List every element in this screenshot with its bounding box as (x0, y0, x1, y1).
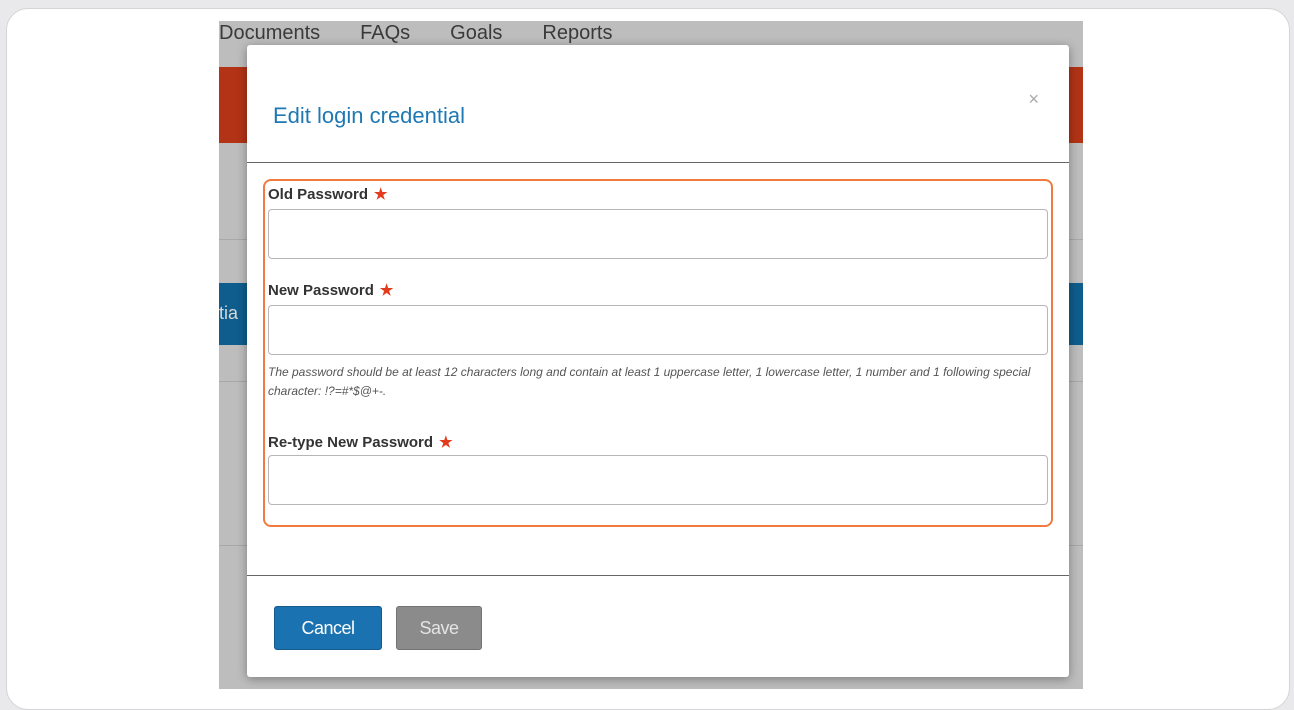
save-button[interactable]: Save (396, 606, 482, 650)
close-icon[interactable]: × (1028, 89, 1039, 110)
partial-tab-label: tia (219, 303, 239, 323)
required-star-icon: ★ (379, 282, 394, 299)
new-password-label: New Password ★ (268, 282, 394, 299)
new-password-input[interactable] (268, 305, 1048, 355)
nav-documents[interactable]: Documents (219, 23, 320, 43)
top-nav: Documents FAQs Goals Reports (219, 21, 1083, 43)
password-requirements-hint: The password should be at least 12 chara… (268, 365, 1031, 398)
nav-faqs[interactable]: FAQs (360, 23, 410, 43)
retype-password-label: Re-type New Password ★ (268, 434, 453, 451)
nav-goals[interactable]: Goals (450, 23, 502, 43)
dialog-header: Edit login credential × (247, 45, 1069, 163)
old-password-input[interactable] (268, 209, 1048, 259)
retype-password-input[interactable] (268, 455, 1048, 505)
required-star-icon: ★ (374, 186, 388, 203)
old-password-label: Old Password ★ (268, 186, 388, 203)
dialog-footer: Cancel Save (247, 575, 1069, 678)
screenshot-frame: Documents FAQs Goals Reports tia Edit lo… (6, 8, 1290, 710)
password-form: Old Password ★ New Password ★ The password… (263, 179, 1053, 527)
edit-credential-dialog: Edit login credential × Old Password ★ Ne… (247, 45, 1069, 677)
nav-reports[interactable]: Reports (542, 23, 612, 43)
cancel-button[interactable]: Cancel (274, 606, 382, 650)
dialog-title: Edit login credential (273, 103, 466, 128)
required-star-icon: ★ (439, 434, 453, 451)
